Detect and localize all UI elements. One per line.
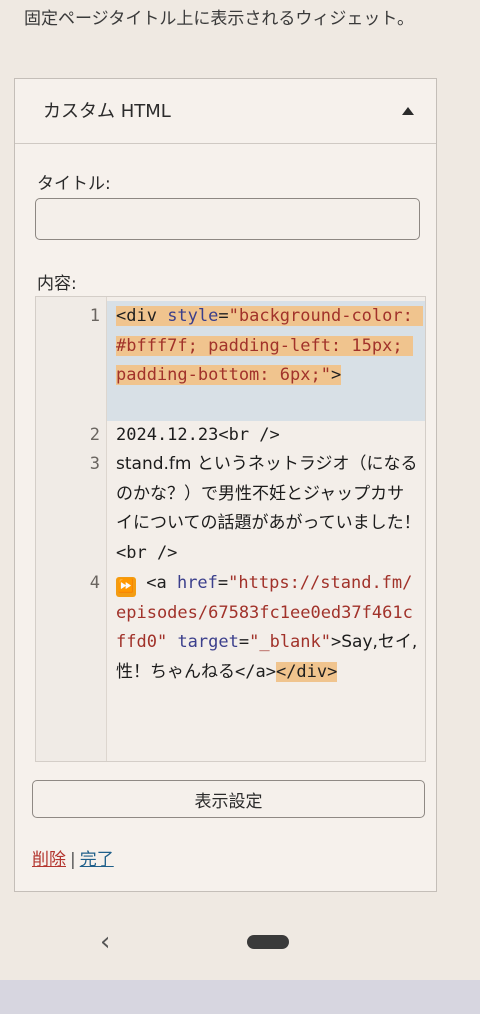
- device-bottom-edge: [0, 980, 480, 1014]
- system-navigation-bar: ‹: [0, 905, 480, 980]
- done-link[interactable]: 完了: [80, 850, 114, 870]
- code-line-2: 2024.12.23<br />: [116, 425, 280, 445]
- title-label: タイトル:: [37, 174, 111, 194]
- title-input[interactable]: [35, 198, 420, 240]
- custom-html-widget: カスタム HTML タイトル: 内容: 1 2 3 4 <div style="…: [14, 78, 437, 892]
- visibility-settings-button[interactable]: 表示設定: [32, 780, 425, 818]
- code-line-1: <div style="background-color: #bfff7f; p…: [116, 306, 424, 386]
- collapse-arrow-icon[interactable]: [402, 107, 414, 115]
- content-label: 内容:: [37, 274, 77, 294]
- line-number: 1: [89, 306, 100, 326]
- widget-actions: 削除 | 完了: [32, 845, 114, 870]
- line-number: 2: [89, 425, 100, 445]
- delete-link[interactable]: 削除: [32, 850, 66, 870]
- line-number: 4: [89, 573, 100, 593]
- widget-description: 固定ページタイトル上に表示されるウィジェット。: [24, 9, 414, 29]
- link-separator: |: [70, 850, 76, 870]
- back-icon[interactable]: ‹: [100, 927, 110, 957]
- code-editor[interactable]: 1 2 3 4 <div style="background-color: #b…: [35, 296, 426, 762]
- line-number: 3: [89, 454, 100, 474]
- line-number-gutter: 1 2 3 4: [36, 297, 107, 761]
- home-pill-icon[interactable]: [247, 935, 289, 949]
- code-line-3: stand.fm というネットラジオ（になるのかな？）で男性不妊とジャップカサイ…: [116, 454, 421, 563]
- widget-header[interactable]: カスタム HTML: [15, 79, 436, 144]
- fast-forward-emoji-icon: ⏩: [116, 577, 136, 597]
- code-line-4: ⏩ <a href="https://stand.fm/episodes/675…: [116, 573, 418, 682]
- widget-title: カスタム HTML: [43, 101, 171, 122]
